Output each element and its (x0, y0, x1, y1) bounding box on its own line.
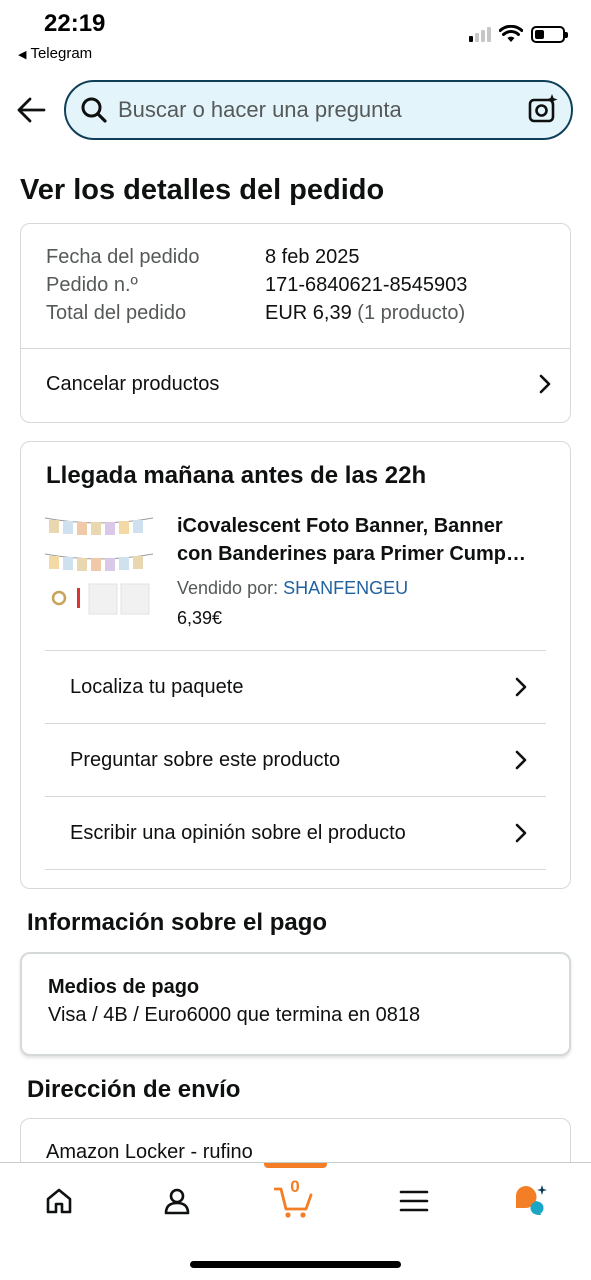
wifi-icon (499, 25, 523, 42)
home-icon (46, 1188, 72, 1214)
payment-method-card[interactable]: Medios de pago Visa / 4B / Euro6000 que … (20, 952, 571, 1056)
track-package-row[interactable]: Localiza tu paquete (45, 650, 546, 723)
shipping-address-line: Amazon Locker - rufino (46, 1141, 253, 1163)
back-app-label: Telegram (30, 45, 93, 62)
payment-method-value: Visa / 4B / Euro6000 que termina en 0818 (48, 1004, 421, 1026)
ask-product-label: Preguntar sobre este producto (70, 748, 341, 771)
cart-count-badge: 0 (290, 1177, 300, 1196)
product-title-line1: iCovalescent Foto Banner, Banner (177, 515, 503, 537)
seller-row: Vendido por: SHANFENGEU (177, 578, 408, 599)
battery-icon (531, 25, 568, 43)
status-icons (469, 25, 568, 43)
bottom-nav: 0 (0, 1162, 591, 1280)
ask-product-row[interactable]: Preguntar sobre este producto (45, 723, 546, 796)
page-title: Ver los detalles del pedido (20, 174, 385, 206)
chevron-right-icon (515, 677, 527, 697)
order-total-label: Total del pedido (46, 302, 187, 324)
search-box[interactable] (64, 80, 573, 140)
order-date-row: Fecha del pedido 8 feb 2025 (46, 246, 360, 269)
rufus-icon (515, 1185, 547, 1215)
search-input[interactable] (118, 82, 518, 138)
account-icon (164, 1188, 190, 1215)
divider (45, 869, 546, 870)
menu-icon (399, 1190, 429, 1212)
order-date-value: 8 feb 2025 (265, 246, 360, 268)
back-to-app-link[interactable]: ◀ Telegram (18, 45, 92, 62)
order-summary-card: Fecha del pedido 8 feb 2025 Pedido n.º 171… (20, 223, 571, 423)
active-tab-indicator (264, 1163, 327, 1168)
camera-icon[interactable] (527, 93, 559, 125)
chevron-right-icon (515, 823, 527, 843)
sold-by-label: Vendido por: (177, 578, 279, 598)
product-title-line2: con Banderines para Primer Cump… (177, 543, 526, 565)
shipment-card: Llegada mañana antes de las 22h iCovales… (20, 441, 571, 889)
cellular-signal-icon (469, 26, 491, 42)
payment-method-title: Medios de pago (48, 976, 200, 998)
back-arrow-icon (17, 97, 46, 123)
nav-home[interactable] (39, 1181, 79, 1221)
home-indicator (190, 1261, 401, 1268)
track-package-label: Localiza tu paquete (70, 675, 244, 698)
order-total-value: EUR 6,39 (265, 302, 352, 324)
status-bar: 22:19 ◀ Telegram (0, 0, 591, 70)
search-header (0, 76, 591, 146)
write-review-row[interactable]: Escribir una opinión sobre el producto (45, 796, 546, 869)
arrival-title: Llegada mañana antes de las 22h (46, 462, 427, 489)
cancel-products-label: Cancelar productos (46, 372, 220, 395)
order-number-row: Pedido n.º 171-6840621-8545903 (46, 274, 467, 297)
back-triangle-icon: ◀ (18, 49, 27, 61)
nav-cart[interactable]: 0 (274, 1177, 314, 1221)
order-total-row: Total del pedido EUR 6,39 (1 producto) (46, 302, 465, 325)
product-title-link[interactable]: iCovalescent Foto Banner, Banner con Ban… (177, 512, 547, 568)
status-time: 22:19 (44, 10, 106, 37)
nav-account[interactable] (157, 1181, 197, 1221)
shipping-section-title: Dirección de envío (27, 1076, 241, 1103)
product-price: 6,39€ (177, 608, 223, 628)
chevron-right-icon (539, 374, 551, 394)
chevron-right-icon (515, 750, 527, 770)
order-number-value: 171-6840621-8545903 (265, 274, 468, 296)
nav-menu[interactable] (394, 1181, 434, 1221)
order-number-label: Pedido n.º (46, 274, 138, 296)
cancel-products-row[interactable]: Cancelar productos (21, 349, 570, 419)
write-review-label: Escribir una opinión sobre el producto (70, 821, 406, 844)
search-icon (81, 97, 107, 123)
nav-rufus[interactable] (511, 1181, 551, 1221)
payment-section-title: Información sobre el pago (27, 909, 328, 936)
seller-link[interactable]: SHANFENGEU (283, 578, 408, 598)
order-total-items: (1 producto) (357, 302, 466, 324)
product-image[interactable] (45, 514, 153, 618)
back-button[interactable] (16, 90, 48, 130)
order-date-label: Fecha del pedido (46, 246, 200, 268)
